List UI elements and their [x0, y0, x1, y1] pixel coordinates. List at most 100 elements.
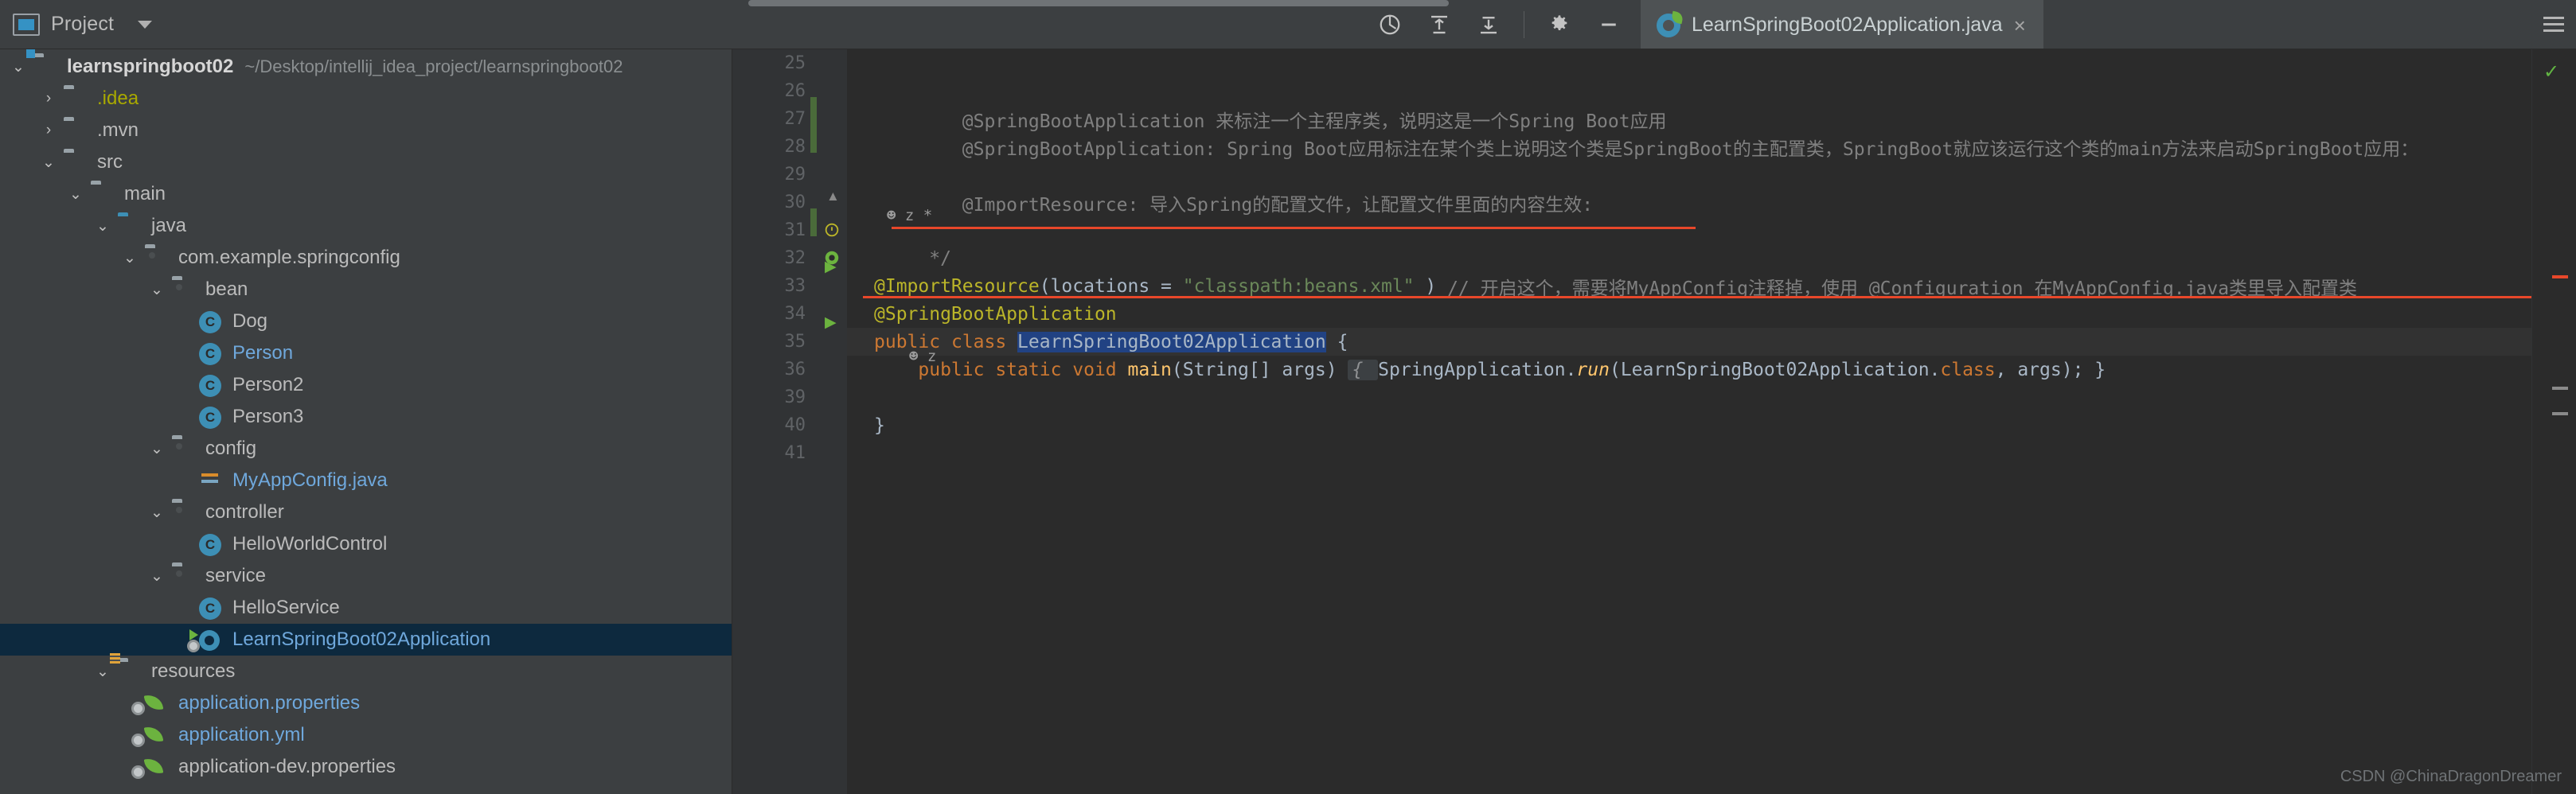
- tree-row-dog[interactable]: C Dog: [0, 306, 732, 337]
- editor-gutter[interactable]: 25 26 27 28 29 30 31 32 33 34 35 36 39 40 41: [732, 49, 820, 794]
- tree-row-root[interactable]: ⌄ learnspringboot02 ~/Desktop/intellij_i…: [0, 51, 732, 83]
- chevron-down-icon[interactable]: ⌄: [65, 184, 86, 204]
- code-token: {: [1325, 331, 1348, 352]
- tree-row-learnspringboot02application[interactable]: LearnSpringBoot02Application: [0, 624, 732, 656]
- editor-fold-column[interactable]: ▲ ▶ ▶: [820, 49, 847, 794]
- chevron-right-icon[interactable]: ›: [38, 88, 59, 109]
- code-token: void: [1072, 359, 1128, 380]
- chevron-down-icon[interactable]: [138, 20, 153, 29]
- tree-row-person2[interactable]: C Person2: [0, 369, 732, 401]
- horizontal-scrollbar[interactable]: [748, 0, 1449, 6]
- project-tree[interactable]: ⌄ learnspringboot02 ~/Desktop/intellij_i…: [0, 49, 732, 794]
- tree-item-label: application.properties: [178, 692, 361, 714]
- spring-config-icon: [131, 693, 169, 715]
- code-token: @SpringBootApplication: [874, 303, 1117, 325]
- chevron-right-icon[interactable]: ›: [38, 120, 59, 141]
- chevron-down-icon[interactable]: ⌄: [146, 566, 167, 586]
- chevron-down-icon[interactable]: ⌄: [92, 216, 113, 236]
- tree-item-label: Person: [232, 342, 294, 364]
- code-token: (locations =: [1039, 275, 1183, 297]
- error-stripe-marker[interactable]: [2552, 412, 2568, 415]
- editor-code-area[interactable]: @SpringBootApplication 来标注一个主程序类，说明这是一个S…: [847, 49, 2531, 794]
- editor-right-gutter[interactable]: ✓: [2531, 49, 2576, 794]
- locate-icon[interactable]: [1376, 10, 1404, 39]
- code-line-34[interactable]: @SpringBootApplication: [847, 300, 2531, 328]
- chevron-down-icon[interactable]: ⌄: [146, 438, 167, 459]
- tree-row-src[interactable]: ⌄ src: [0, 146, 732, 178]
- tree-row-application-dev-properties[interactable]: application-dev.properties: [0, 751, 732, 783]
- run-gutter-icon[interactable]: ▶: [825, 258, 837, 276]
- collapse-all-icon[interactable]: [1474, 10, 1503, 39]
- code-line-32[interactable]: */: [847, 244, 2531, 272]
- tree-row-resources[interactable]: ⌄ resources: [0, 656, 732, 687]
- code-line-35[interactable]: public class LearnSpringBoot02Applicatio…: [847, 328, 2531, 356]
- main-body: ⌄ learnspringboot02 ~/Desktop/intellij_i…: [0, 49, 2576, 794]
- tree-row-bean[interactable]: ⌄ bean: [0, 274, 732, 306]
- code-line-41[interactable]: [847, 439, 2531, 467]
- code-line-40[interactable]: }: [847, 411, 2531, 439]
- tree-row-config[interactable]: ⌄ config: [0, 433, 732, 465]
- chevron-down-icon[interactable]: ⌄: [146, 502, 167, 523]
- line-number: 41: [784, 443, 806, 463]
- chevron-down-icon[interactable]: ⌄: [92, 661, 113, 682]
- chevron-down-icon[interactable]: ⌄: [38, 152, 59, 173]
- config-class-icon: [199, 470, 223, 491]
- tree-row-application-yml[interactable]: application.yml: [0, 719, 732, 751]
- tree-row-application-properties[interactable]: application.properties: [0, 687, 732, 719]
- settings-gear-icon[interactable]: [1545, 10, 1574, 39]
- hide-panel-icon[interactable]: [1594, 10, 1623, 39]
- chevron-down-icon[interactable]: ⌄: [8, 56, 29, 77]
- close-icon[interactable]: ×: [2014, 15, 2026, 36]
- tree-row-com-example-springconfig[interactable]: ⌄ com.example.springconfig: [0, 242, 732, 274]
- tree-row-main[interactable]: ⌄ main: [0, 178, 732, 210]
- error-stripe-marker[interactable]: [2552, 275, 2568, 278]
- run-gutter-icon[interactable]: ▶: [825, 313, 837, 332]
- project-panel-header[interactable]: Project: [0, 0, 732, 49]
- tree-row-java[interactable]: ⌄ java: [0, 210, 732, 242]
- tree-row-controller[interactable]: ⌄ controller: [0, 496, 732, 528]
- code-token: , args); }: [1995, 359, 2106, 380]
- code-line-28[interactable]: @SpringBootApplication: Spring Boot应用标注在…: [847, 133, 2531, 161]
- code-token: static: [995, 359, 1073, 380]
- tree-row-myappconfig-java[interactable]: MyAppConfig.java: [0, 465, 732, 496]
- java-class-icon: C: [199, 375, 223, 397]
- code-line-27[interactable]: @SpringBootApplication 来标注一个主程序类，说明这是一个S…: [847, 105, 2531, 133]
- code-line-29[interactable]: [847, 161, 2531, 189]
- tree-row-service[interactable]: ⌄ service: [0, 560, 732, 592]
- code-token: SpringApplication.: [1378, 359, 1577, 380]
- tree-root-label: learnspringboot02: [67, 56, 234, 77]
- tree-item-label: MyAppConfig.java: [232, 469, 388, 491]
- chevron-down-icon[interactable]: ⌄: [119, 247, 140, 268]
- editor-tab-learnspringboot02application[interactable]: LearnSpringBoot02Application.java ×: [1641, 0, 2043, 49]
- check-ok-icon[interactable]: ✓: [2543, 60, 2559, 84]
- fold-marker-icon[interactable]: ▲: [826, 189, 840, 204]
- tree-item-label: HelloService: [232, 597, 340, 618]
- code-line-30[interactable]: @ImportResource: 导入Spring的配置文件，让配置文件里面的内…: [847, 189, 2531, 216]
- watermark-text: CSDN @ChinaDragonDreamer: [2340, 768, 2562, 785]
- expand-all-icon[interactable]: [1425, 10, 1454, 39]
- code-token: (LearnSpringBoot02Application.: [1609, 359, 1941, 380]
- tree-row-helloservice[interactable]: C HelloService: [0, 592, 732, 624]
- spring-run-class-icon: [187, 629, 223, 652]
- line-number: 35: [784, 332, 806, 352]
- tree-item-label: Person2: [232, 374, 304, 395]
- tree-row-person3[interactable]: C Person3: [0, 401, 732, 433]
- vcs-change-marker: [810, 97, 817, 153]
- code-token: main: [1127, 359, 1172, 380]
- tree-item-label: bean: [205, 278, 248, 300]
- tree-row-helloworldcontrol[interactable]: C HelloWorldControl: [0, 528, 732, 560]
- annotation-gutter-icon[interactable]: [823, 221, 841, 243]
- code-line-31[interactable]: [847, 216, 2531, 244]
- tree-row-mvn[interactable]: › .mvn: [0, 115, 732, 146]
- code-line-26[interactable]: [847, 77, 2531, 105]
- hamburger-menu-icon[interactable]: [2543, 13, 2564, 36]
- tree-row-person[interactable]: C Person: [0, 337, 732, 369]
- code-line-25[interactable]: [847, 49, 2531, 77]
- chevron-down-icon[interactable]: ⌄: [146, 279, 167, 300]
- code-editor[interactable]: 25 26 27 28 29 30 31 32 33 34 35 36 39 40 41 ▲ ▶ ▶ @Sp…: [732, 49, 2576, 794]
- code-line-39[interactable]: [847, 383, 2531, 411]
- error-stripe-marker[interactable]: [2552, 387, 2568, 390]
- tree-row-idea[interactable]: › .idea: [0, 83, 732, 115]
- tree-item-label: controller: [205, 501, 284, 523]
- code-line-36[interactable]: public static void main (String[] args) {…: [847, 356, 2531, 383]
